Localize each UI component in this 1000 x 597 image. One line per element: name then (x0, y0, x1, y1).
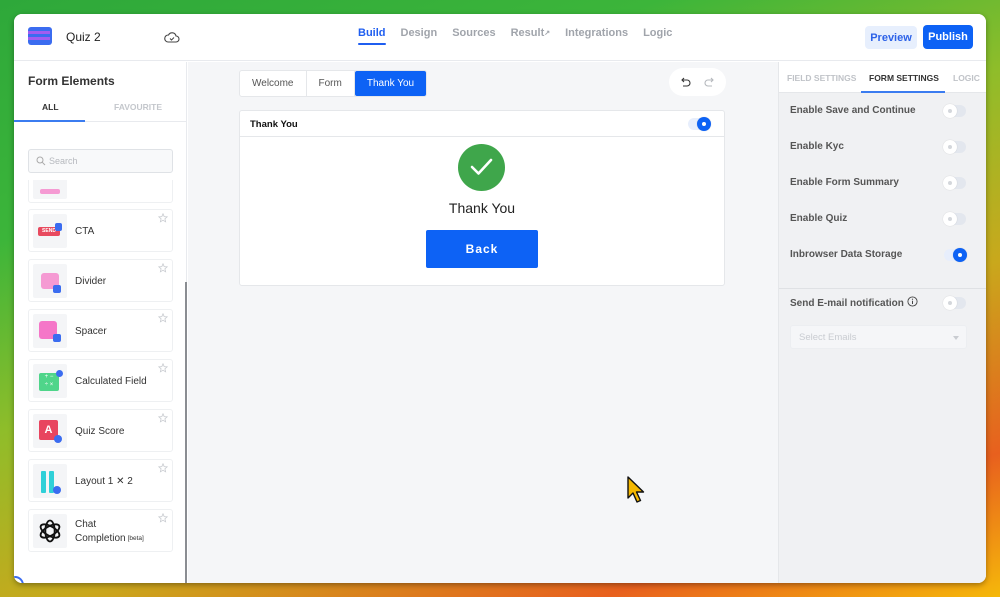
tab-favourite[interactable]: FAVOURITE (114, 102, 162, 112)
nav-result-label: Result (510, 27, 545, 39)
favourite-star-icon[interactable] (158, 213, 168, 223)
search-input[interactable] (49, 153, 169, 169)
quiz-toggle[interactable] (943, 212, 966, 226)
element-item-partial[interactable] (28, 180, 173, 203)
thank-you-card: Thank You Thank You Back (239, 110, 725, 286)
nav-result[interactable]: Result↗ (511, 27, 551, 43)
cta-send-icon: SEND (33, 214, 67, 248)
divider-icon (33, 264, 67, 298)
element-item-quiz-score[interactable]: A Quiz Score (28, 409, 173, 452)
step-tabs: Welcome Form Thank You (239, 70, 428, 97)
builder-canvas: Welcome Form Thank You Thank You Thank Y… (188, 62, 778, 583)
form-summary-toggle[interactable] (943, 176, 966, 190)
form-title[interactable]: Quiz 2 (66, 30, 101, 44)
card-title: Thank You (250, 119, 298, 130)
favourite-star-icon[interactable] (158, 363, 168, 373)
undo-redo-group (669, 68, 726, 96)
success-check-icon (458, 144, 505, 191)
help-widget-icon[interactable] (14, 576, 24, 583)
element-label: Calculated Field (75, 376, 147, 387)
external-link-icon: ↗ (544, 30, 551, 38)
app-logo-icon[interactable] (28, 27, 52, 45)
spacer-icon (33, 314, 67, 348)
search-field[interactable] (28, 149, 173, 173)
redo-icon[interactable] (704, 76, 716, 88)
step-tab-thank-you[interactable]: Thank You (354, 71, 427, 96)
top-bar: Quiz 2 Build Design Sources Result↗ Inte… (14, 14, 986, 61)
back-button[interactable]: Back (426, 230, 538, 268)
setting-label: Send E-mail notification (790, 298, 904, 309)
step-tab-welcome[interactable]: Welcome (240, 71, 307, 96)
favourite-star-icon[interactable] (158, 513, 168, 523)
element-label: Spacer (75, 326, 107, 337)
inbrowser-storage-toggle[interactable] (944, 248, 967, 262)
tab-field-settings[interactable]: FIELD SETTINGS (787, 73, 856, 83)
app-window: Quiz 2 Build Design Sources Result↗ Inte… (14, 14, 986, 583)
setting-label: Enable Quiz (790, 213, 848, 224)
thank-you-enable-toggle[interactable] (688, 117, 711, 131)
publish-button[interactable]: Publish (923, 25, 973, 49)
element-label: Quiz Score (75, 426, 125, 437)
select-placeholder: Select Emails (799, 332, 857, 343)
main-nav: Build Design Sources Result↗ Integration… (358, 27, 672, 45)
cloud-saved-icon (164, 32, 180, 43)
settings-panel: FIELD SETTINGS FORM SETTINGS LOGIC Enabl… (778, 62, 986, 583)
partial-element-icon (33, 180, 67, 199)
nav-integrations[interactable]: Integrations (565, 27, 628, 43)
sidebar-title: Form Elements (28, 74, 115, 88)
quiz-score-icon: A (33, 414, 67, 448)
mouse-cursor-icon (627, 476, 645, 503)
sidebar-tabs: ALL FAVOURITE (14, 96, 186, 122)
favourite-star-icon[interactable] (158, 463, 168, 473)
favourite-star-icon[interactable] (158, 313, 168, 323)
calculator-icon: + − ÷ × (33, 364, 67, 398)
layout-columns-icon (33, 464, 67, 498)
element-label: CTA (75, 226, 95, 237)
nav-logic[interactable]: Logic (643, 27, 672, 43)
tab-all[interactable]: ALL (42, 102, 59, 112)
undo-icon[interactable] (679, 76, 691, 88)
nav-build[interactable]: Build (358, 27, 386, 45)
tab-form-settings[interactable]: FORM SETTINGS (869, 73, 939, 83)
email-notification-label: Send E-mail notification (790, 296, 918, 309)
favourite-star-icon[interactable] (158, 263, 168, 273)
search-icon (36, 156, 46, 166)
setting-label: Inbrowser Data Storage (790, 249, 903, 260)
info-icon[interactable] (907, 296, 918, 307)
element-item-divider[interactable]: Divider (28, 259, 173, 302)
element-item-cta[interactable]: SEND CTA (28, 209, 173, 252)
nav-sources[interactable]: Sources (452, 27, 495, 43)
preview-button[interactable]: Preview (865, 26, 917, 49)
select-emails-dropdown[interactable]: Select Emails (790, 325, 967, 349)
setting-label: Enable Save and Continue (790, 105, 916, 116)
element-item-calculated-field[interactable]: + − ÷ × Calculated Field (28, 359, 173, 402)
nav-design[interactable]: Design (401, 27, 438, 43)
step-tab-form[interactable]: Form (307, 71, 355, 96)
sidebar-scrollbar[interactable] (185, 282, 187, 583)
element-item-chat-completion[interactable]: Chat Completion [beta] (28, 509, 173, 552)
email-notification-toggle[interactable] (943, 296, 966, 310)
divider (779, 288, 986, 289)
active-tab-indicator (14, 120, 85, 122)
settings-tabs: FIELD SETTINGS FORM SETTINGS LOGIC (779, 62, 986, 93)
element-list: SEND CTA Divider Spacer + − ÷ × Calculat… (28, 180, 173, 583)
element-label: Chat Completion [beta] (75, 519, 144, 544)
active-tab-indicator (861, 91, 945, 93)
element-item-spacer[interactable]: Spacer (28, 309, 173, 352)
tab-logic[interactable]: LOGIC (953, 73, 980, 83)
element-label: Layout 1 ✕ 2 (75, 476, 133, 487)
element-item-layout[interactable]: Layout 1 ✕ 2 (28, 459, 173, 502)
thank-you-message[interactable]: Thank You (240, 200, 724, 216)
openai-icon (33, 514, 67, 548)
card-header: Thank You (240, 111, 724, 137)
kyc-toggle[interactable] (943, 140, 966, 154)
chevron-down-icon (953, 336, 959, 340)
element-label: Divider (75, 276, 107, 287)
form-elements-sidebar: Form Elements ALL FAVOURITE SEND CTA (14, 62, 187, 583)
setting-label: Enable Form Summary (790, 177, 899, 188)
favourite-star-icon[interactable] (158, 413, 168, 423)
save-continue-toggle[interactable] (943, 104, 966, 118)
setting-label: Enable Kyc (790, 141, 844, 152)
beta-badge: [beta] (127, 535, 144, 542)
